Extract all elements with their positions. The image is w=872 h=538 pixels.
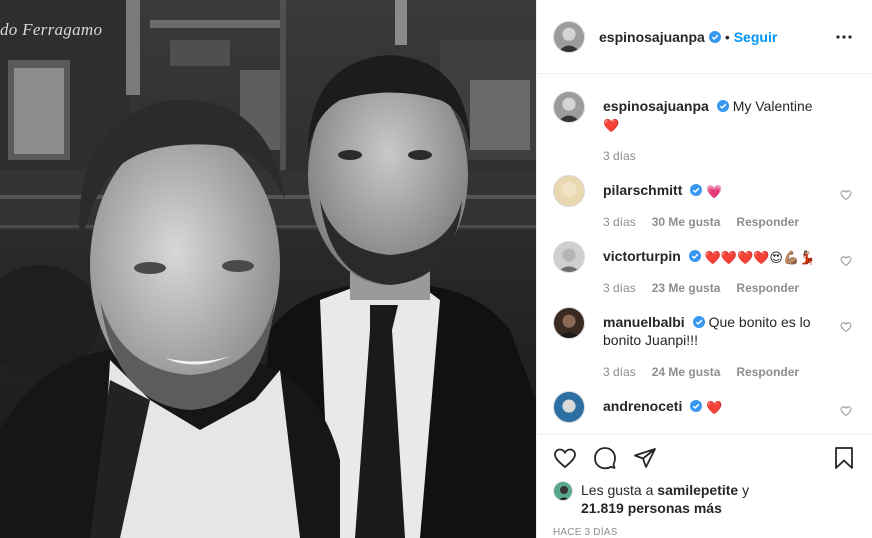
reply-button[interactable]: Responder (736, 365, 799, 379)
small-heart-icon[interactable] (840, 189, 852, 201)
small-heart-icon[interactable] (840, 255, 852, 267)
caption-username[interactable]: espinosajuanpa (603, 98, 709, 114)
verified-badge-icon (692, 316, 705, 328)
comment-emoji: ❤️ (706, 400, 723, 415)
comment-emoji: 💗 (706, 184, 723, 199)
photo-illustration (0, 0, 536, 538)
comment-time[interactable]: 3 días (603, 365, 636, 379)
verified-badge-icon (716, 100, 729, 112)
comment-item: pilarschmitt 💗 3 días 30 Me gusta Respon… (553, 175, 856, 229)
store-sign-text: do Ferragamo (0, 20, 103, 39)
caption-emoji: ❤️ (603, 118, 620, 133)
likes-mid: y (742, 482, 750, 498)
commenter-avatar[interactable] (553, 241, 585, 273)
bookmark-icon[interactable] (832, 446, 856, 470)
reply-button[interactable]: Responder (736, 281, 799, 295)
post-side-panel: espinosajuanpa • Seguir espinosajuanpa M… (536, 0, 872, 538)
comment-likes[interactable]: 30 Me gusta (652, 215, 721, 229)
post-header: espinosajuanpa • Seguir (537, 0, 872, 74)
comments-list[interactable]: espinosajuanpa My Valentine ❤️ 3 días pi… (537, 75, 872, 433)
comment-username[interactable]: manuelbalbi (603, 314, 685, 330)
small-heart-icon[interactable] (840, 405, 852, 417)
more-options-icon[interactable] (832, 25, 856, 49)
comment-username[interactable]: andrenoceti (603, 398, 682, 414)
verified-badge-icon (688, 250, 701, 262)
post-actions: Les gusta a samilepetite y 21.819 person… (537, 434, 872, 538)
comment-time[interactable]: 3 días (603, 281, 636, 295)
liker-username[interactable]: samilepetite (657, 482, 738, 498)
author-avatar[interactable] (553, 20, 585, 53)
post-photo[interactable]: do Ferragamo (0, 0, 536, 538)
comment-time[interactable]: 3 días (603, 215, 636, 229)
commenter-avatar[interactable] (553, 391, 585, 423)
commenter-avatar[interactable] (553, 307, 585, 339)
author-username[interactable]: espinosajuanpa (599, 29, 705, 45)
comment-item: andrenoceti ❤️ (553, 391, 856, 423)
share-icon[interactable] (633, 446, 657, 470)
comment-likes[interactable]: 24 Me gusta (652, 365, 721, 379)
liker-avatar[interactable] (553, 481, 573, 501)
comment-icon[interactable] (593, 446, 617, 470)
small-heart-icon[interactable] (840, 321, 852, 333)
likes-others[interactable]: 21.819 personas más (581, 500, 722, 516)
caption: espinosajuanpa My Valentine ❤️ 3 días (553, 91, 856, 163)
reply-button[interactable]: Responder (736, 215, 799, 229)
follow-button[interactable]: Seguir (734, 29, 778, 45)
caption-text: My Valentine (732, 98, 813, 114)
action-bar (553, 435, 856, 481)
likes-prefix: Les gusta a (581, 482, 654, 498)
caption-avatar[interactable] (553, 91, 585, 123)
comment-emoji: ❤️❤️❤️❤️😍💪🏽💃🏽 (704, 250, 816, 265)
separator-dot: • (724, 28, 730, 45)
comment-username[interactable]: pilarschmitt (603, 182, 682, 198)
post-timestamp[interactable]: HACE 3 DÍAS (553, 527, 856, 538)
caption-time[interactable]: 3 días (603, 149, 636, 163)
comment-item: manuelbalbi Que bonito es lo bonito Juan… (553, 307, 856, 379)
comment-item: victorturpin ❤️❤️❤️❤️😍💪🏽💃🏽 3 días 23 Me … (553, 241, 856, 295)
heart-icon[interactable] (553, 446, 577, 470)
verified-badge-icon (690, 400, 703, 412)
verified-badge-icon (708, 30, 721, 43)
comment-likes[interactable]: 23 Me gusta (652, 281, 721, 295)
commenter-avatar[interactable] (553, 175, 585, 207)
likes-summary: Les gusta a samilepetite y 21.819 person… (553, 481, 856, 517)
verified-badge-icon (690, 184, 703, 196)
instagram-post: do Ferragamo espinosajuanpa • Seguir esp… (0, 0, 872, 538)
comment-username[interactable]: victorturpin (603, 248, 681, 264)
